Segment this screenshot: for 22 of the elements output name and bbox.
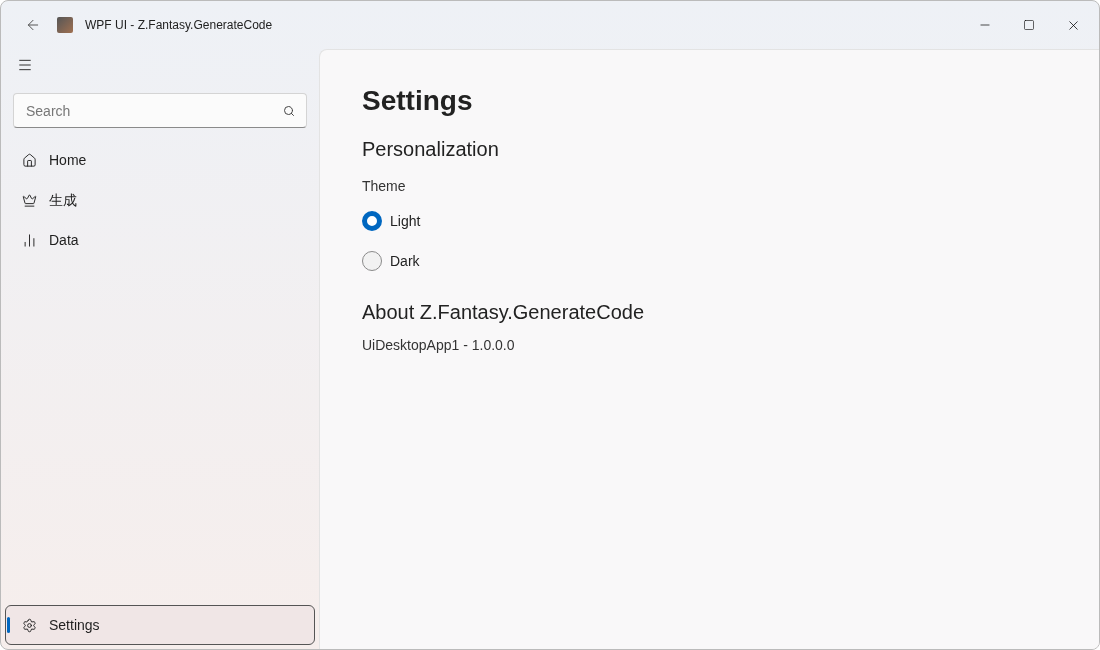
nav-item[interactable]: 生成 — [5, 180, 315, 220]
field-label: Theme — [362, 177, 407, 196]
radio-option[interactable]: Dark — [362, 241, 420, 281]
selection-indicator — [7, 617, 10, 633]
menu-icon — [17, 57, 33, 73]
radio-option[interactable]: Light — [362, 201, 421, 241]
settings-icon — [22, 617, 37, 633]
app-logo-icon — [57, 17, 73, 33]
search-field[interactable]: Search — [13, 93, 307, 128]
nav-item[interactable]: Settings — [5, 605, 315, 645]
page-title: Settings — [362, 84, 474, 118]
nav-item[interactable]: Home — [5, 140, 315, 180]
nav-item[interactable]: Data — [5, 220, 315, 260]
version-text: UiDesktopApp1 - 1.0.0.0 — [362, 336, 516, 355]
maximize-icon — [1023, 19, 1035, 31]
section-heading: About Z.Fantasy.GenerateCode — [362, 300, 645, 325]
search-icon — [283, 105, 295, 117]
bar-chart-icon — [22, 232, 37, 248]
section-heading: Personalization — [362, 137, 500, 162]
home-icon — [22, 152, 37, 168]
window-title: WPF UI - Z.Fantasy.GenerateCode — [85, 17, 273, 34]
crown-icon — [22, 192, 37, 208]
